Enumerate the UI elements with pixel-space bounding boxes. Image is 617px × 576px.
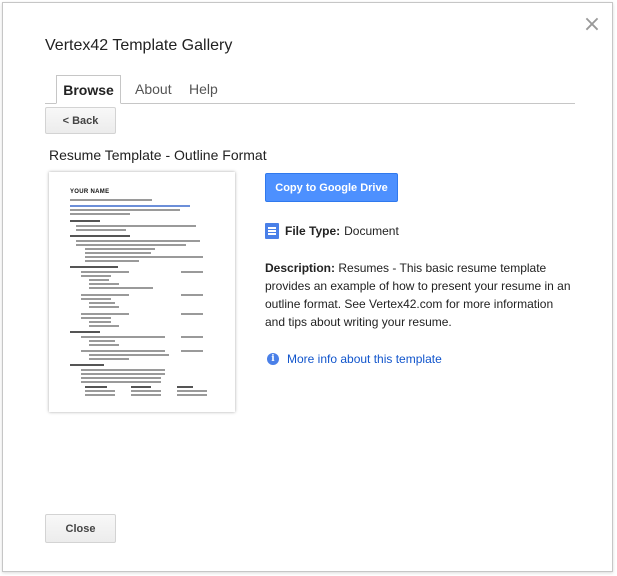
more-info-link[interactable]: i More info about this template	[267, 352, 442, 366]
file-type-value: Document	[344, 224, 399, 238]
dialog-title: Vertex42 Template Gallery	[45, 37, 233, 54]
close-icon[interactable]: ×	[582, 14, 602, 36]
close-button[interactable]: Close	[45, 514, 116, 543]
tab-help[interactable]: Help	[189, 75, 218, 103]
template-title: Resume Template - Outline Format	[49, 147, 267, 163]
info-icon: i	[267, 353, 279, 365]
template-gallery-dialog: × Vertex42 Template Gallery Browse About…	[2, 2, 613, 572]
description-label: Description:	[265, 261, 336, 275]
tab-browse[interactable]: Browse	[56, 75, 121, 104]
tab-bar: Browse About Help	[45, 75, 575, 104]
back-button[interactable]: < Back	[45, 107, 116, 134]
document-icon	[265, 223, 279, 239]
copy-to-drive-button[interactable]: Copy to Google Drive	[265, 173, 398, 202]
thumbnail-name: YOUR NAME	[70, 189, 110, 195]
tab-about[interactable]: About	[135, 75, 172, 103]
more-info-label[interactable]: More info about this template	[287, 352, 442, 366]
template-thumbnail[interactable]: YOUR NAME	[49, 172, 235, 412]
file-type-row: File Type: Document	[265, 221, 399, 241]
file-type-label: File Type:	[285, 224, 341, 238]
template-description: Description: Resumes - This basic resume…	[265, 259, 575, 331]
